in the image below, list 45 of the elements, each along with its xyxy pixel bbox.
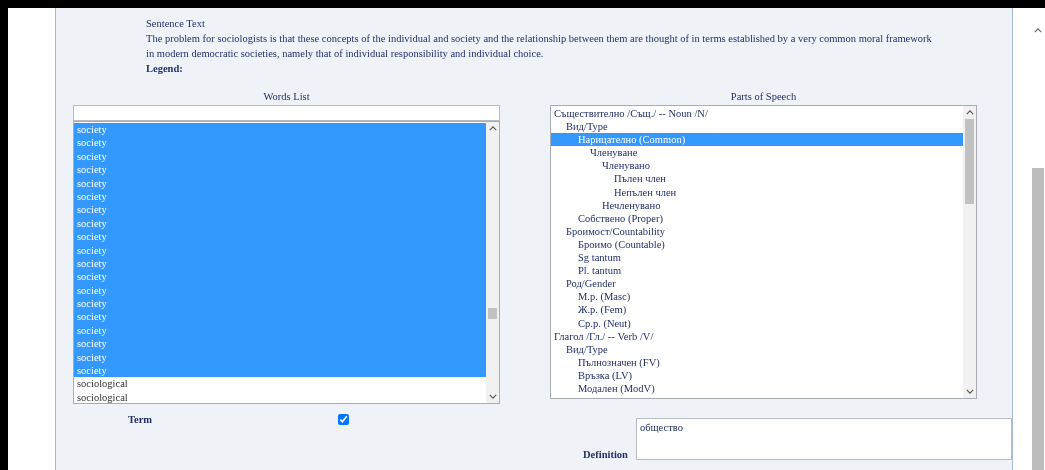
scrollbar[interactable] [963, 106, 976, 398]
tree-item[interactable]: Нечленувано [551, 198, 963, 212]
words-listbox[interactable]: society society society society society society society society society society society society society society society society society society society sociological sociological [73, 121, 500, 404]
sentence-text: The problem for sociologists is that these concepts of the individual and society and the relationship between them are thought of in terms established by a very common moral framework in modern democratic societies, namely that of individual responsibility and individual choice. [146, 32, 933, 61]
tree-item[interactable]: Пълнозначен (FV) [551, 355, 963, 369]
tree-item[interactable]: М.р. (Masc) [551, 290, 963, 304]
tree-item[interactable]: Модален (ModV) [551, 381, 963, 396]
tree-item[interactable]: Pl. tantum [551, 264, 963, 278]
tree-item[interactable]: Sg tantum [551, 251, 963, 265]
list-item[interactable]: sociological [74, 390, 486, 403]
definition-field[interactable]: общество [635, 418, 1012, 460]
tree-item[interactable]: Членувано [551, 159, 963, 173]
tree-item[interactable]: Глагол /Гл./ -- Verb /V/ [551, 329, 963, 343]
tree-item[interactable]: Броимост/Countability [551, 224, 963, 238]
tree-item[interactable]: Пълен член [551, 172, 963, 186]
tree-item[interactable]: Непълен член [551, 185, 963, 199]
definition-label: Definition [583, 449, 628, 460]
scroll-thumb[interactable] [1032, 168, 1044, 470]
parts-of-speech-listbox[interactable] [550, 105, 977, 399]
sentence-heading: Sentence Text [146, 17, 206, 31]
chevron-up-icon[interactable] [488, 126, 497, 131]
term-checkbox[interactable] [338, 413, 349, 425]
tree-item[interactable]: Собствено (Proper) [551, 211, 963, 225]
chevron-up-icon[interactable] [965, 110, 974, 115]
scroll-thumb[interactable] [965, 119, 974, 205]
chevron-up-icon[interactable] [1034, 28, 1042, 33]
tree-item[interactable]: Ж.р. (Fem) [551, 303, 963, 317]
term-label: Term [128, 413, 154, 425]
tree-item[interactable]: Броимо (Countable) [551, 237, 963, 252]
chevron-down-icon[interactable] [488, 394, 497, 399]
scroll-thumb[interactable] [488, 308, 497, 319]
tree-item[interactable]: Членуване [551, 146, 963, 160]
chevron-down-icon[interactable] [965, 389, 974, 394]
list-item[interactable]: sociological [74, 377, 486, 391]
search-field[interactable] [73, 105, 500, 121]
list-title: Words List [262, 90, 311, 104]
tree-item[interactable]: Род/Gender [551, 277, 963, 291]
legend-label: Legend: [146, 62, 184, 76]
scrollbar[interactable] [486, 122, 499, 403]
tree-item[interactable]: Съществително /Същ./ -- Noun /N/ [551, 107, 963, 121]
list-title: Parts of Speech [729, 90, 798, 104]
tree-item[interactable]: Ср.р. (Neut) [551, 316, 963, 330]
tree-item[interactable]: Връзка (LV) [551, 368, 963, 382]
tree-item[interactable]: Вид/Type [551, 120, 963, 134]
tree-item[interactable]: Вид/Type [551, 342, 963, 356]
